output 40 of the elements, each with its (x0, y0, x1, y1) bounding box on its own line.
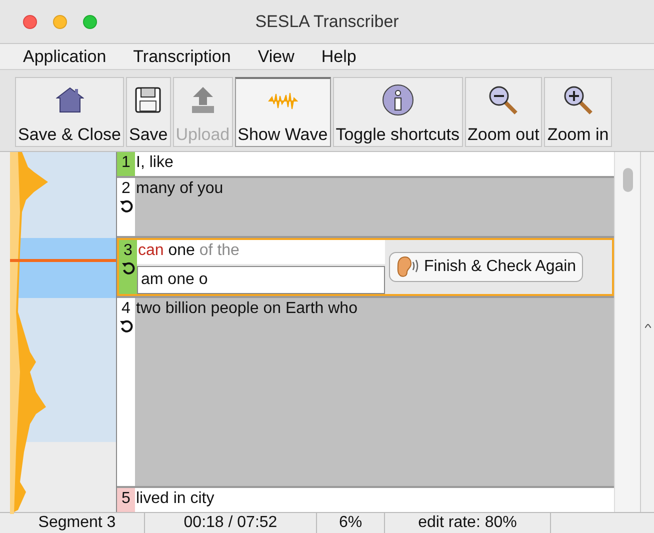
segment-text: two billion people on Earth who (135, 300, 358, 317)
replay-icon[interactable] (120, 200, 132, 213)
toolbar-button[interactable]: Show Wave (234, 76, 331, 146)
transcription-input[interactable]: am one o (137, 266, 385, 294)
menu-item[interactable]: Transcription (133, 44, 231, 70)
status-text: 00:18 / 07:52 (184, 513, 278, 533)
segment-number: 4 (122, 299, 130, 319)
segment-text: many of you (135, 180, 224, 197)
upload-arrow-icon (190, 86, 215, 114)
finish-check-button[interactable]: Finish & Check Again (389, 252, 584, 282)
info-icon (382, 84, 414, 116)
zoom-in-icon (563, 84, 594, 114)
segment-row[interactable]: 3 can one of the am one o Finish & Check Again (117, 238, 614, 296)
zoom-out-icon (488, 84, 518, 114)
close-button[interactable] (23, 15, 37, 29)
waveform-icon (268, 92, 298, 110)
reference-text: can one of the (138, 242, 240, 259)
segment-text: lived in city (135, 490, 214, 507)
window-title: SESLA Transcriber (255, 10, 399, 33)
toolbar-button[interactable]: Zoom out (464, 76, 542, 146)
ear-icon (396, 256, 420, 278)
menu-item[interactable]: Help (321, 44, 356, 70)
segment-number: 5 (122, 489, 130, 509)
menu-item[interactable]: View (258, 44, 294, 70)
status-text: Segment 3 (38, 513, 116, 533)
toolbar-button[interactable]: Save (126, 76, 171, 146)
replay-icon[interactable] (122, 262, 134, 275)
scrollbar[interactable] (614, 152, 640, 512)
segment-number: 1 (122, 153, 130, 173)
menu-item[interactable]: Application (23, 44, 106, 70)
house-icon (56, 86, 84, 112)
replay-icon[interactable] (120, 320, 132, 333)
segment-number: 3 (124, 241, 132, 261)
status-text: 6% (338, 513, 362, 533)
segment-text: I, like (135, 154, 174, 171)
toolbar-button[interactable]: Zoom in (544, 76, 612, 146)
toolbar-button[interactable]: Save & Close (15, 76, 124, 146)
status-text: edit rate: 80% (418, 513, 517, 533)
segment-number: 2 (122, 179, 130, 199)
toolbar-button[interactable]: Toggle shortcuts (332, 76, 462, 146)
